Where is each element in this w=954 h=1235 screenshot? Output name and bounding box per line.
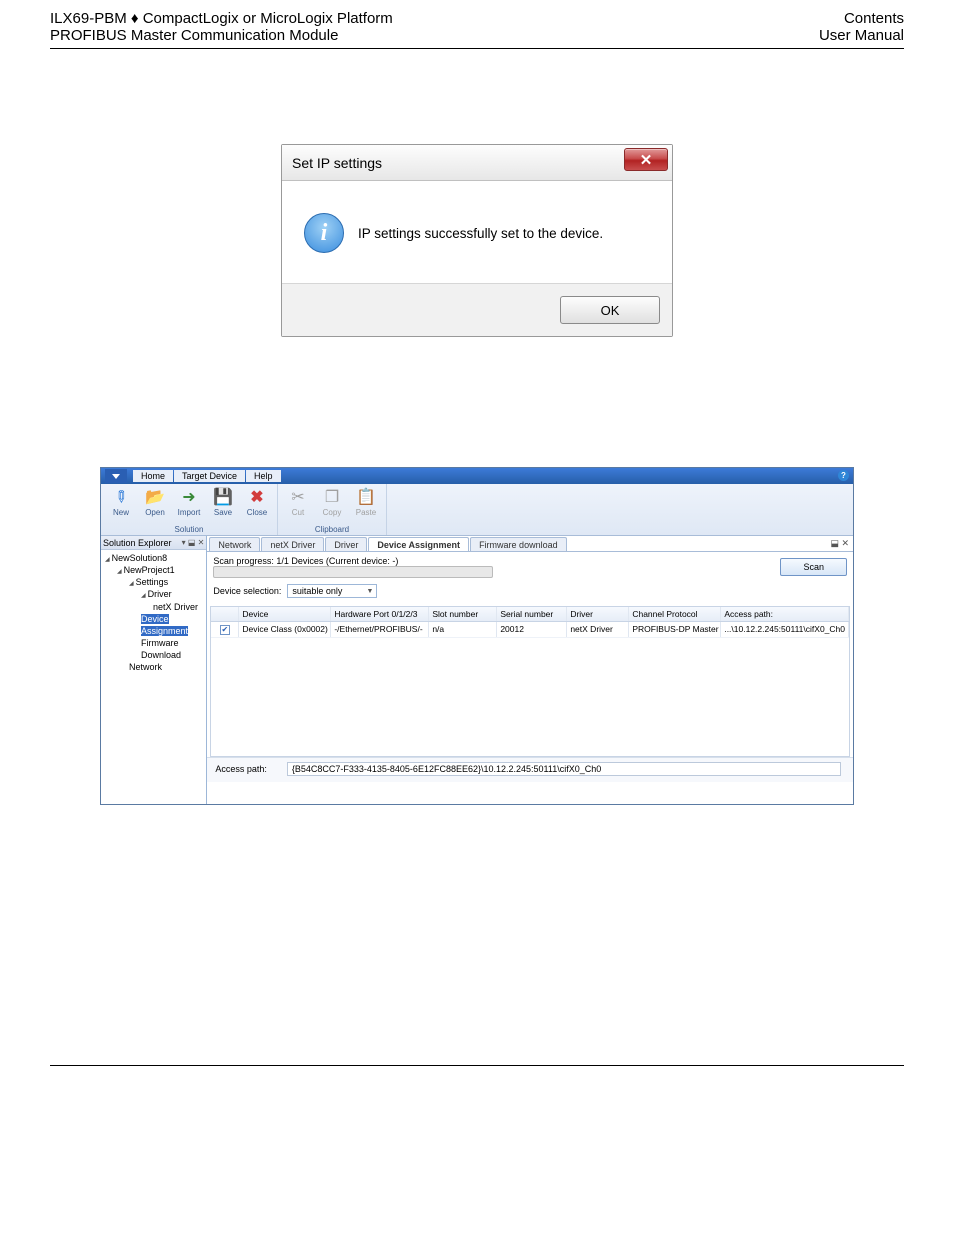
dialog-message: IP settings successfully set to the devi… — [358, 226, 603, 241]
menubar: Home Target Device Help ? — [101, 468, 853, 484]
ok-button[interactable]: OK — [560, 296, 660, 324]
device-selection-dropdown[interactable]: suitable only ▼ — [287, 584, 377, 598]
col-serial[interactable]: Serial number — [497, 607, 567, 621]
col-check — [211, 607, 239, 621]
header-right: Contents User Manual — [819, 10, 904, 44]
scan-progress-label: Scan progress: 1/1 Devices (Current devi… — [213, 556, 774, 566]
col-protocol[interactable]: Channel Protocol — [629, 607, 721, 621]
cell-device: Device Class (0x0002) — [239, 622, 331, 637]
col-hardware-port[interactable]: Hardware Port 0/1/2/3 — [331, 607, 429, 621]
paste-icon: 📋 — [356, 487, 376, 507]
panel-controls[interactable]: ▾ ⬓ ✕ — [182, 538, 205, 547]
device-table: Device Hardware Port 0/1/2/3 Slot number… — [210, 606, 850, 757]
table-empty-area — [211, 638, 849, 756]
header-right-line1: Contents — [819, 10, 904, 27]
menu-target-device[interactable]: Target Device — [174, 470, 245, 482]
cell-driver: netX Driver — [567, 622, 629, 637]
folder-icon: 📂 — [145, 487, 165, 507]
access-path-label: Access path: — [215, 764, 267, 774]
tab-network[interactable]: Network — [209, 537, 260, 551]
ribbon-import[interactable]: ➜Import — [175, 486, 203, 517]
col-device[interactable]: Device — [239, 607, 331, 621]
ribbon-group-label-solution: Solution — [107, 525, 271, 535]
close-icon: ✖ — [250, 487, 263, 507]
chevron-down-icon — [112, 474, 120, 479]
tree-firmware-download[interactable]: Firmware Download — [103, 637, 206, 661]
ribbon-group-clipboard: ✂Cut ❐Copy 📋Paste Clipboard — [278, 484, 387, 535]
tree-network[interactable]: Network — [103, 661, 206, 673]
tree-driver[interactable]: Driver — [103, 588, 206, 600]
close-button[interactable]: ✕ — [624, 148, 668, 171]
tree-newproject[interactable]: NewProject1 — [103, 564, 206, 576]
tab-firmware-download[interactable]: Firmware download — [470, 537, 567, 551]
cell-access: ...\10.12.2.245:50111\cifX0_Ch0 — [721, 622, 849, 637]
tab-driver[interactable]: Driver — [325, 537, 367, 551]
access-path-value[interactable]: {B54C8CC7-F333-4135-8405-6E12FC88EE62}\1… — [287, 762, 841, 776]
cell-slot: n/a — [429, 622, 497, 637]
ribbon-paste: 📋Paste — [352, 486, 380, 517]
menu-home[interactable]: Home — [133, 470, 173, 482]
col-slot[interactable]: Slot number — [429, 607, 497, 621]
ribbon-copy: ❐Copy — [318, 486, 346, 517]
solution-tree[interactable]: NewSolution8 NewProject1 Settings Driver… — [101, 550, 206, 673]
tree-settings[interactable]: Settings — [103, 576, 206, 588]
chevron-down-icon: ▼ — [366, 588, 376, 595]
tabs-row: Network netX Driver Driver Device Assign… — [207, 536, 853, 552]
row-checkbox[interactable]: ✔ — [220, 625, 230, 635]
cut-icon: ✂ — [291, 487, 304, 507]
solution-explorer-panel: Solution Explorer ▾ ⬓ ✕ NewSolution8 New… — [101, 536, 207, 804]
header-left-line2: PROFIBUS Master Communication Module — [50, 27, 393, 44]
ribbon-open[interactable]: 📂Open — [141, 486, 169, 517]
table-row[interactable]: ✔ Device Class (0x0002) -/Ethernet/PROFI… — [211, 622, 849, 638]
header-left-line1: ILX69-PBM ♦ CompactLogix or MicroLogix P… — [50, 10, 393, 27]
copy-icon: ❐ — [325, 487, 339, 507]
info-icon: i — [304, 213, 344, 253]
ribbon-cut: ✂Cut — [284, 486, 312, 517]
menu-help[interactable]: Help — [246, 470, 281, 482]
ribbon: ✎New 📂Open ➜Import 💾Save ✖Close Solution… — [101, 484, 853, 536]
solution-explorer-title: Solution Explorer ▾ ⬓ ✕ — [101, 536, 206, 550]
page-header: ILX69-PBM ♦ CompactLogix or MicroLogix P… — [0, 0, 954, 48]
dialog-titlebar[interactable]: Set IP settings ✕ — [282, 145, 672, 181]
tab-netx-driver[interactable]: netX Driver — [261, 537, 324, 551]
import-icon: ➜ — [182, 487, 195, 507]
tree-newsolution[interactable]: NewSolution8 — [103, 552, 206, 564]
device-assignment-window: Home Target Device Help ? ✎New 📂Open ➜Im… — [100, 467, 854, 805]
dialog-set-ip: Set IP settings ✕ i IP settings successf… — [281, 144, 673, 337]
ribbon-save[interactable]: 💾Save — [209, 486, 237, 517]
footer-rule — [50, 1065, 904, 1066]
ribbon-group-label-clipboard: Clipboard — [284, 525, 380, 535]
tree-netx-driver[interactable]: netX Driver — [103, 601, 206, 613]
header-right-line2: User Manual — [819, 27, 904, 44]
tab-device-assignment[interactable]: Device Assignment — [368, 537, 469, 551]
header-left: ILX69-PBM ♦ CompactLogix or MicroLogix P… — [50, 10, 393, 44]
col-driver[interactable]: Driver — [567, 607, 629, 621]
header-rule — [50, 48, 904, 49]
app-menu-button[interactable] — [105, 469, 127, 483]
table-header: Device Hardware Port 0/1/2/3 Slot number… — [211, 607, 849, 622]
cell-hw: -/Ethernet/PROFIBUS/- — [331, 622, 429, 637]
access-path-row: Access path: {B54C8CC7-F333-4135-8405-6E… — [207, 757, 853, 782]
cell-protocol: PROFIBUS-DP Master — [629, 622, 721, 637]
close-icon: ✕ — [640, 151, 653, 169]
main-panel: Network netX Driver Driver Device Assign… — [207, 536, 853, 804]
device-selection-label: Device selection: — [213, 586, 281, 596]
ribbon-close[interactable]: ✖Close — [243, 486, 271, 517]
dialog-title: Set IP settings — [292, 155, 382, 171]
col-access-path[interactable]: Access path: — [721, 607, 849, 621]
ribbon-new[interactable]: ✎New — [107, 486, 135, 517]
tab-panel-controls[interactable]: ⬓ ✕ — [830, 538, 849, 549]
scan-button[interactable]: Scan — [780, 558, 847, 576]
ribbon-group-solution: ✎New 📂Open ➜Import 💾Save ✖Close Solution — [101, 484, 278, 535]
help-icon[interactable]: ? — [838, 470, 849, 481]
cell-serial: 20012 — [497, 622, 567, 637]
save-icon: 💾 — [213, 487, 233, 507]
pen-icon: ✎ — [109, 485, 133, 509]
tree-device-assignment[interactable]: Device Assignment — [141, 614, 188, 636]
scan-progress-bar — [213, 566, 493, 578]
